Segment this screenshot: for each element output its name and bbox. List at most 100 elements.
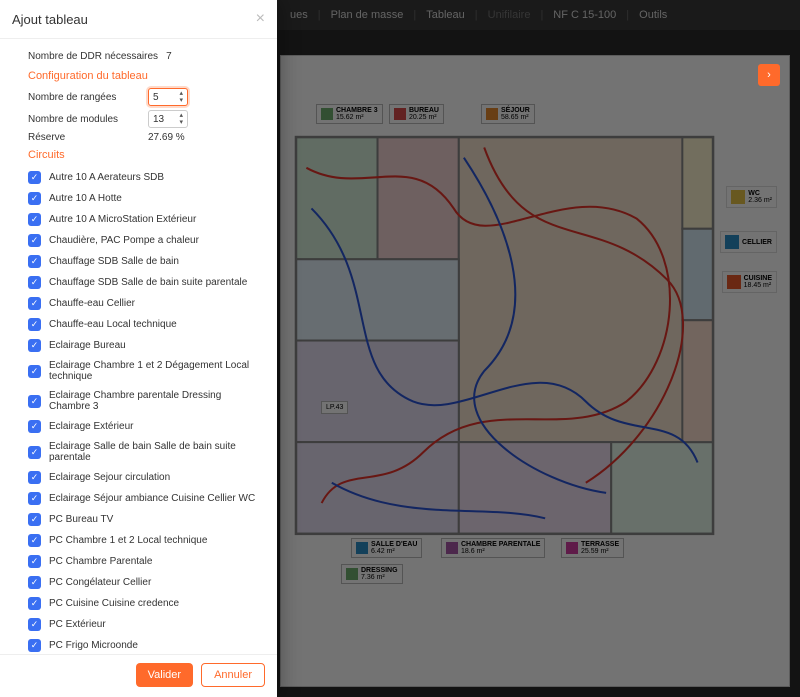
circuit-item[interactable]: ✓Autre 10 A Hotte	[28, 188, 263, 209]
nav-item-outils[interactable]: Outils	[639, 9, 667, 21]
room-label-sejour: SÉJOUR58.65 m²	[481, 104, 535, 124]
circuit-item[interactable]: ✓ Eclairage Chambre parentale Dressing Ch…	[28, 386, 263, 416]
modules-stepper[interactable]: 13 ▴▾	[148, 110, 188, 128]
circuit-item[interactable]: ✓ Chauffage SDB Salle de bain	[28, 251, 263, 272]
circuit-label: PC Chambre Parentale	[49, 556, 152, 567]
circuit-item[interactable]: ✓ PC Bureau TV	[28, 509, 263, 530]
section-circuits-title: Circuits	[28, 149, 263, 161]
circuit-item[interactable]: ✓ Eclairage Séjour ambiance Cuisine Celli…	[28, 488, 263, 509]
checkbox-checked-icon[interactable]: ✓	[28, 395, 41, 408]
circuit-item[interactable]: ✓ PC Frigo Microonde	[28, 635, 263, 654]
nav-item-nfc15100[interactable]: NF C 15-100	[553, 9, 616, 21]
cancel-button[interactable]: Annuler	[201, 663, 265, 687]
checkbox-checked-icon[interactable]: ✓	[28, 492, 41, 505]
nav-separator: |	[318, 9, 321, 21]
next-arrow-icon[interactable]: ›	[758, 64, 780, 86]
checkbox-checked-icon[interactable]: ✓	[28, 365, 41, 378]
side-label-wc: WC2.36 m²	[726, 186, 777, 208]
circuit-label: PC Chambre 1 et 2 Local technique	[49, 535, 207, 546]
modal-title: Ajout tableau	[12, 12, 256, 27]
circuit-label: PC Bureau TV	[49, 514, 113, 525]
circuit-item[interactable]: ✓ Chauffage SDB Salle de bain suite paren…	[28, 272, 263, 293]
checkbox-checked-icon[interactable]: ✓	[28, 471, 41, 484]
circuit-label: Eclairage Séjour ambiance Cuisine Cellie…	[49, 493, 255, 504]
circuit-item[interactable]: ✓Autre 10 A MicroStation Extérieur	[28, 209, 263, 230]
circuit-label: PC Congélateur Cellier	[49, 577, 151, 588]
circuit-list: ✓ Autre 10 A Aerateurs SDB ✓Autre 10 A Hot…	[28, 167, 263, 654]
checkbox-checked-icon[interactable]: ✓	[28, 234, 41, 247]
reserve-label: Réserve	[28, 132, 148, 143]
checkbox-checked-icon[interactable]: ✓	[28, 639, 41, 652]
circuit-item[interactable]: ✓ Eclairage Extérieur	[28, 416, 263, 437]
circuit-label: Eclairage Salle de bain Salle de bain su…	[49, 441, 263, 463]
circuit-item[interactable]: ✓ PC Congélateur Cellier	[28, 572, 263, 593]
circuit-item[interactable]: ✓ Chaudière, PAC Pompe a chaleur	[28, 230, 263, 251]
nav-item-tableau[interactable]: Tableau	[426, 9, 465, 21]
checkbox-checked-icon[interactable]: ✓	[28, 171, 41, 184]
cfg-rows-row: Nombre de rangées 5 ▴▾	[28, 88, 263, 106]
rows-stepper-arrows[interactable]: ▴▾	[179, 90, 183, 104]
checkbox-checked-icon[interactable]: ✓	[28, 339, 41, 352]
nav-item-unifilaire[interactable]: Unifilaire	[488, 9, 531, 21]
circuit-item[interactable]: ✓ Autre 10 A Aerateurs SDB	[28, 167, 263, 188]
circuit-label: Eclairage Extérieur	[49, 421, 133, 432]
circuit-label: PC Frigo Microonde	[49, 640, 138, 651]
checkbox-checked-icon[interactable]: ✓	[28, 318, 41, 331]
checkbox-checked-icon[interactable]: ✓	[28, 276, 41, 289]
circuit-label: Chauffe-eau Local technique	[49, 319, 177, 330]
checkbox-checked-icon[interactable]: ✓	[28, 534, 41, 547]
circuit-item[interactable]: ✓Eclairage Bureau	[28, 335, 263, 356]
circuit-item[interactable]: ✓ PC Extérieur	[28, 614, 263, 635]
checkbox-checked-icon[interactable]: ✓	[28, 555, 41, 568]
nav-separator: |	[413, 9, 416, 21]
cfg-reserve-row: Réserve 27.69 %	[28, 132, 263, 143]
side-label-cuisine: CUISINE18.45 m²	[722, 271, 777, 293]
circuit-item[interactable]: ✓Eclairage Sejour circulation	[28, 467, 263, 488]
circuit-label: PC Extérieur	[49, 619, 106, 630]
checkbox-checked-icon[interactable]: ✓	[28, 213, 41, 226]
circuit-label: Chaudière, PAC Pompe a chaleur	[49, 235, 199, 246]
checkbox-checked-icon[interactable]: ✓	[28, 618, 41, 631]
validate-button[interactable]: Valider	[136, 663, 193, 687]
floor-plan-canvas: CHAMBRE 315.62 m² BUREAU20.25 m² SÉJOUR5…	[280, 55, 790, 687]
checkbox-checked-icon[interactable]: ✓	[28, 420, 41, 433]
checkbox-checked-icon[interactable]: ✓	[28, 513, 41, 526]
circuit-label: Chauffe-eau Cellier	[49, 298, 135, 309]
circuit-item[interactable]: ✓ PC Chambre Parentale	[28, 551, 263, 572]
checkbox-checked-icon[interactable]: ✓	[28, 192, 41, 205]
checkbox-checked-icon[interactable]: ✓	[28, 297, 41, 310]
modal-footer: Valider Annuler	[0, 654, 277, 697]
rows-value: 5	[153, 92, 159, 103]
checkbox-checked-icon[interactable]: ✓	[28, 255, 41, 268]
circuit-label: Eclairage Chambre parentale Dressing Cha…	[49, 390, 263, 412]
room-label-chambre-3: CHAMBRE 315.62 m²	[316, 104, 383, 124]
circuit-item[interactable]: ✓ Eclairage Salle de bain Salle de bain s…	[28, 437, 263, 467]
checkbox-checked-icon[interactable]: ✓	[28, 597, 41, 610]
floor-plan-svg	[281, 56, 789, 686]
nav-separator: |	[540, 9, 543, 21]
checkbox-checked-icon[interactable]: ✓	[28, 576, 41, 589]
modules-stepper-arrows[interactable]: ▴▾	[179, 112, 183, 126]
ddr-row: Nombre de DDR nécessaires 7	[28, 51, 263, 62]
close-icon[interactable]: ×	[256, 10, 265, 28]
circuit-item[interactable]: ✓ Chauffe-eau Cellier	[28, 293, 263, 314]
circuit-item[interactable]: ✓Eclairage Chambre 1 et 2 Dégagement Loc…	[28, 356, 263, 386]
rows-stepper[interactable]: 5 ▴▾	[148, 88, 188, 106]
section-config-title: Configuration du tableau	[28, 70, 263, 82]
ddr-value: 7	[166, 51, 172, 62]
nav-item-0[interactable]: ues	[290, 9, 308, 21]
room-label-terrasse: TERRASSE25.59 m²	[561, 538, 624, 558]
circuit-label: Chauffage SDB Salle de bain suite parent…	[49, 277, 247, 288]
circuit-label: Autre 10 A Aerateurs SDB	[49, 172, 164, 183]
checkbox-checked-icon[interactable]: ✓	[28, 446, 41, 459]
ajout-tableau-modal: Ajout tableau × Nombre de DDR nécessaire…	[0, 0, 277, 697]
circuit-item[interactable]: ✓ Chauffe-eau Local technique	[28, 314, 263, 335]
circuit-label: Chauffage SDB Salle de bain	[49, 256, 179, 267]
ddr-label: Nombre de DDR nécessaires	[28, 51, 158, 62]
room-label-dressing: DRESSING7.36 m²	[341, 564, 403, 584]
nav-item-plan-de-masse[interactable]: Plan de masse	[331, 9, 404, 21]
modules-value: 13	[153, 114, 164, 125]
circuit-item[interactable]: ✓ PC Chambre 1 et 2 Local technique	[28, 530, 263, 551]
circuit-item[interactable]: ✓PC Cuisine Cuisine credence	[28, 593, 263, 614]
rows-label: Nombre de rangées	[28, 92, 148, 103]
